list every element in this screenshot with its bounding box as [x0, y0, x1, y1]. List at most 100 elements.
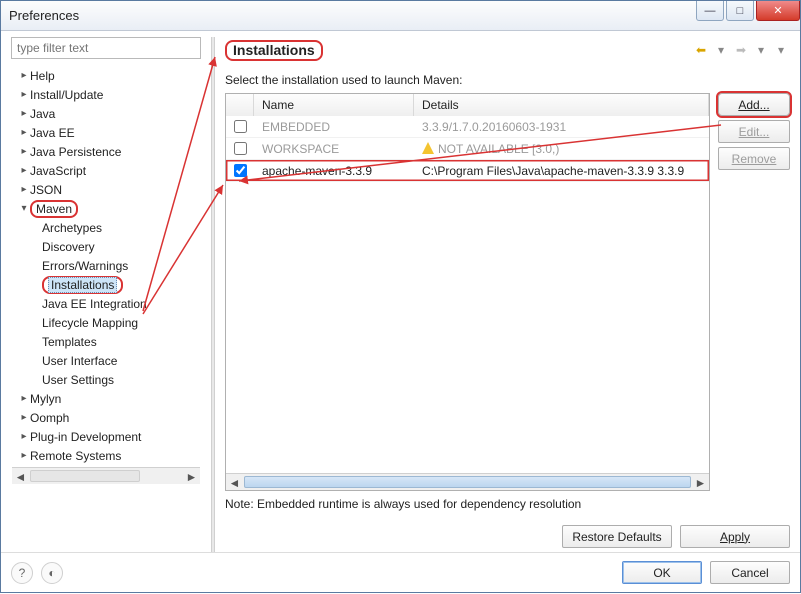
window-buttons: — □ ✕ — [694, 1, 800, 30]
nav-back-icon[interactable]: ⬅ — [692, 41, 710, 59]
window-title: Preferences — [9, 8, 694, 23]
scroll-left-icon[interactable]: ◄ — [12, 468, 29, 485]
tree-node-label: Discovery — [42, 240, 95, 254]
tree-node-label: User Settings — [42, 373, 114, 387]
nav-forward-icon[interactable]: ➡ — [732, 41, 750, 59]
scroll-thumb[interactable] — [30, 470, 140, 482]
close-button[interactable]: ✕ — [756, 1, 800, 21]
chevron-right-icon[interactable]: ▸ — [18, 108, 30, 119]
minimize-button[interactable]: — — [696, 1, 724, 21]
view-menu-icon[interactable]: ▾ — [772, 41, 790, 59]
maximize-button[interactable]: □ — [726, 1, 754, 21]
remove-button[interactable]: Remove — [718, 147, 790, 170]
chevron-right-icon[interactable]: ▸ — [18, 89, 30, 100]
tree-node[interactable]: ▸Install/Update — [12, 85, 200, 104]
note-text: Note: Embedded runtime is always used fo… — [225, 497, 790, 511]
tree-node[interactable]: ▸Oomph — [12, 408, 200, 427]
tree-node[interactable]: ▸Java EE — [12, 123, 200, 142]
tree-node-label: Help — [30, 69, 55, 83]
tree-node-label: Java — [30, 107, 55, 121]
col-name[interactable]: Name — [254, 94, 414, 116]
row-details: C:\Program Files\Java\apache-maven-3.3.9… — [414, 164, 709, 178]
add-button[interactable]: Add... — [718, 93, 790, 116]
progress-icon[interactable]: ◐ — [41, 562, 63, 584]
preferences-tree[interactable]: ▸Help▸Install/Update▸Java▸Java EE▸Java P… — [11, 63, 201, 552]
table-row[interactable]: EMBEDDED3.3.9/1.7.0.20160603-1931 — [226, 116, 709, 138]
scroll-left-icon[interactable]: ◄ — [226, 474, 243, 491]
page-title: Installations — [233, 42, 315, 58]
tree-node[interactable]: Archetypes — [12, 218, 200, 237]
filter-input[interactable] — [11, 37, 201, 59]
chevron-right-icon[interactable]: ▸ — [18, 431, 30, 442]
tree-node-label: Java EE Integration — [42, 297, 147, 311]
table-row[interactable]: WORKSPACENOT AVAILABLE [3.0,) — [226, 138, 709, 160]
row-name: apache-maven-3.3.9 — [254, 164, 414, 178]
apply-button[interactable]: Apply — [680, 525, 790, 548]
row-details: 3.3.9/1.7.0.20160603-1931 — [414, 120, 709, 134]
restore-defaults-button[interactable]: Restore Defaults — [562, 525, 672, 548]
tree-node[interactable]: ▸JavaScript — [12, 161, 200, 180]
dialog-footer: ? ◐ OK Cancel — [1, 552, 800, 592]
chevron-right-icon[interactable]: ▸ — [18, 412, 30, 423]
chevron-right-icon[interactable]: ▸ — [18, 146, 30, 157]
tree-node[interactable]: ▸Java Persistence — [12, 142, 200, 161]
edit-button[interactable]: Edit... — [718, 120, 790, 143]
tree-node[interactable]: Templates — [12, 332, 200, 351]
chevron-right-icon[interactable]: ▸ — [18, 450, 30, 461]
ok-button[interactable]: OK — [622, 561, 702, 584]
row-checkbox[interactable] — [234, 164, 247, 177]
table-row-area: Name Details EMBEDDED3.3.9/1.7.0.2016060… — [225, 93, 790, 491]
help-icon[interactable]: ? — [11, 562, 33, 584]
tree-node[interactable]: ▸Plug-in Development — [12, 427, 200, 446]
tree-node-label: Lifecycle Mapping — [42, 316, 138, 330]
tree-node-label: Errors/Warnings — [42, 259, 128, 273]
page-title-annotation: Installations — [225, 40, 323, 61]
table-header: Name Details — [226, 94, 709, 116]
chevron-right-icon[interactable]: ▸ — [18, 127, 30, 138]
chevron-right-icon[interactable]: ▸ — [18, 184, 30, 195]
side-buttons: Add... Edit... Remove — [718, 93, 790, 491]
tree-node[interactable]: ▸Remote Systems — [12, 446, 200, 465]
tree-node[interactable]: User Interface — [12, 351, 200, 370]
table-horizontal-scrollbar[interactable]: ◄ ► — [226, 473, 709, 490]
tree-node[interactable]: ▾Maven — [12, 199, 200, 218]
chevron-right-icon[interactable]: ▸ — [18, 393, 30, 404]
tree-node-label: Plug-in Development — [30, 430, 141, 444]
scroll-right-icon[interactable]: ► — [183, 468, 200, 485]
tree-node[interactable]: ▸JSON — [12, 180, 200, 199]
tree-node-label: JSON — [30, 183, 62, 197]
nav-forward-menu-icon[interactable]: ▾ — [752, 41, 770, 59]
row-checkbox[interactable] — [234, 142, 247, 155]
scroll-thumb[interactable] — [244, 476, 691, 488]
preferences-window: Preferences — □ ✕ ▸Help▸Install/Update▸J… — [0, 0, 801, 593]
scroll-right-icon[interactable]: ► — [692, 474, 709, 491]
tree-node[interactable]: Java EE Integration — [12, 294, 200, 313]
tree-node[interactable]: ▸Help — [12, 66, 200, 85]
tree-node[interactable]: ▸Mylyn — [12, 389, 200, 408]
chevron-right-icon[interactable]: ▸ — [18, 70, 30, 81]
tree-node[interactable]: Lifecycle Mapping — [12, 313, 200, 332]
col-checkbox[interactable] — [226, 94, 254, 116]
tree-node-label: Installations — [48, 277, 117, 293]
page-description: Select the installation used to launch M… — [225, 73, 790, 87]
defaults-apply-row: Restore Defaults Apply — [225, 525, 790, 548]
nav-back-menu-icon[interactable]: ▾ — [712, 41, 730, 59]
tree-node[interactable]: User Settings — [12, 370, 200, 389]
chevron-right-icon[interactable]: ▸ — [18, 165, 30, 176]
tree-node[interactable]: ▸Java — [12, 104, 200, 123]
tree-node[interactable]: Discovery — [12, 237, 200, 256]
row-details: NOT AVAILABLE [3.0,) — [414, 141, 709, 156]
split-handle[interactable] — [211, 37, 215, 552]
col-details[interactable]: Details — [414, 94, 709, 116]
tree-node[interactable]: Installations — [12, 275, 200, 294]
table-row[interactable]: apache-maven-3.3.9C:\Program Files\Java\… — [226, 160, 709, 182]
cancel-button[interactable]: Cancel — [710, 561, 790, 584]
tree-node[interactable]: Errors/Warnings — [12, 256, 200, 275]
row-checkbox[interactable] — [234, 120, 247, 133]
tree-node-label: Mylyn — [30, 392, 61, 406]
tree-horizontal-scrollbar[interactable]: ◄ ► — [12, 467, 200, 484]
tree-node-label: JavaScript — [30, 164, 86, 178]
chevron-down-icon[interactable]: ▾ — [18, 203, 30, 214]
tree-node-label: Archetypes — [42, 221, 102, 235]
tree-node-label: Templates — [42, 335, 97, 349]
